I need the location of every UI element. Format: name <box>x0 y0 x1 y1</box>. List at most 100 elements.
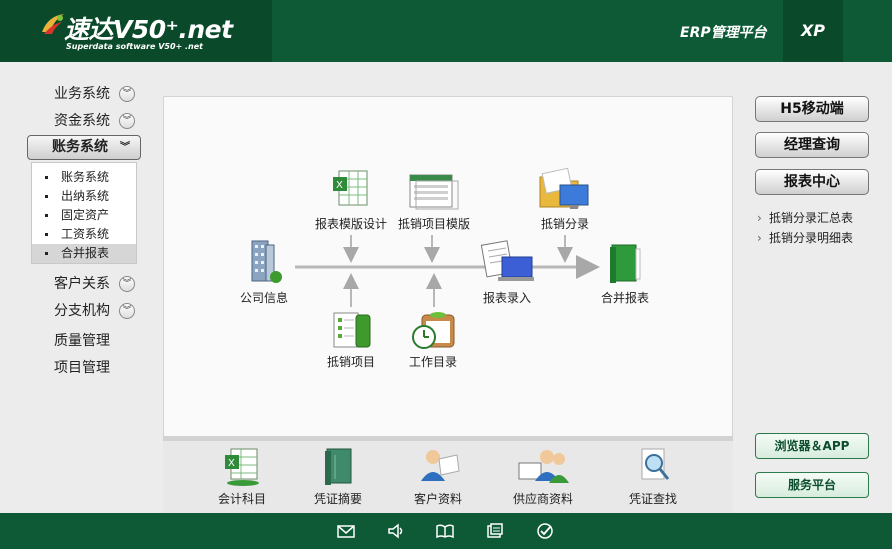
flow-template-design[interactable]: X 报表模版设计 <box>309 167 393 231</box>
nav-fund-system[interactable]: 资金系统 ︾ <box>30 109 138 133</box>
shortcut-account-subjects[interactable]: X 会计科目 <box>207 445 277 507</box>
green-binder-icon <box>610 244 641 283</box>
submenu-label: 出纳系统 <box>61 189 110 203</box>
flow-consolidated[interactable]: 合并报表 <box>592 241 658 305</box>
nav-branches[interactable]: 分支机构 ︾ <box>30 299 138 323</box>
nav-quality[interactable]: 质量管理 <box>54 330 110 350</box>
volume-icon[interactable] <box>387 522 405 540</box>
bullet-icon <box>45 252 48 255</box>
mail-icon[interactable] <box>337 522 355 540</box>
logo-text: 速达V50⁺.net <box>64 15 233 44</box>
browser-app-button[interactable]: 浏览器＆APP <box>755 433 869 459</box>
node-label: 工作目录 <box>408 355 457 369</box>
top-header: 速达V50⁺.net Superdata software V50+ .net … <box>0 0 892 62</box>
check-circle-icon[interactable] <box>536 522 554 540</box>
submenu-item-payroll[interactable]: 工资系统 <box>32 225 136 244</box>
folder-monitor-icon <box>539 167 589 209</box>
shortcut-voucher-summary[interactable]: 凭证摘要 <box>303 445 373 507</box>
flow-report-entry[interactable]: 报表录入 <box>474 239 540 305</box>
bullet-icon <box>45 214 48 217</box>
shortcut-voucher-search[interactable]: 凭证查找 <box>618 445 688 507</box>
book-open-icon[interactable] <box>436 522 454 540</box>
link-label: 抵销分录明细表 <box>769 231 854 245</box>
svg-text:X: X <box>228 458 235 469</box>
shortcut-label: 供应商资料 <box>512 492 573 506</box>
submenu-label: 合并报表 <box>61 246 110 260</box>
submenu-item-fixed-assets[interactable]: 固定资产 <box>32 206 136 225</box>
nav-projects[interactable]: 项目管理 <box>54 357 110 377</box>
bullet-icon <box>45 195 48 198</box>
shortcut-bar: X 会计科目 凭证摘要 客户资料 供应商资料 凭证查找 <box>163 441 733 513</box>
node-label: 合并报表 <box>600 291 649 305</box>
window-icon[interactable] <box>486 522 504 540</box>
chevron-down-icon[interactable]: ︾ <box>119 276 135 292</box>
submenu-item-consolidated[interactable]: 合并报表 <box>32 244 136 263</box>
link-elim-detail[interactable]: › 抵销分录明细表 <box>757 229 853 246</box>
nav-label: 账务系统 <box>52 139 108 155</box>
search-icon <box>641 448 670 480</box>
clock-clipboard-icon <box>412 312 455 349</box>
submenu: 账务系统 出纳系统 固定资产 工资系统 合并报表 <box>31 162 137 264</box>
chevron-down-icon[interactable]: ︾ <box>119 113 135 129</box>
chevron-right-icon: › <box>757 211 762 225</box>
node-label: 公司信息 <box>239 291 288 305</box>
nav-label: 客户关系 <box>54 276 110 292</box>
flow-elim-items[interactable]: 抵销项目 <box>316 309 386 371</box>
chevron-down-icon[interactable]: ︾ <box>120 136 130 159</box>
bottom-toolbar <box>0 513 892 549</box>
shortcut-label: 凭证查找 <box>628 492 677 506</box>
submenu-label: 固定资产 <box>61 208 110 222</box>
node-label: 抵销项目 <box>326 355 375 369</box>
link-elim-summary[interactable]: › 抵销分录汇总表 <box>757 209 853 226</box>
book-icon <box>325 448 352 485</box>
shortcut-supplier-info[interactable]: 供应商资料 <box>503 445 583 507</box>
flow-work-dir[interactable]: 工作目录 <box>400 309 466 371</box>
platform-title: ERP管理平台 <box>680 25 767 41</box>
submenu-label: 账务系统 <box>61 170 110 184</box>
submenu-label: 工资系统 <box>61 227 110 241</box>
submenu-item-accounting[interactable]: 账务系统 <box>32 168 136 187</box>
h5-mobile-button[interactable]: H5移动端 <box>755 96 869 122</box>
submenu-item-cashier[interactable]: 出纳系统 <box>32 187 136 206</box>
shortcut-customer-info[interactable]: 客户资料 <box>403 445 473 507</box>
nav-accounting-system[interactable]: 账务系统 ︾ <box>27 135 141 160</box>
edition-badge: XP <box>783 0 843 62</box>
bullet-icon <box>45 176 48 179</box>
link-label: 抵销分录汇总表 <box>769 211 854 225</box>
node-label: 报表模版设计 <box>314 217 387 231</box>
flow-item-template[interactable]: 抵销项目模版 <box>392 171 476 231</box>
chevron-down-icon[interactable]: ︾ <box>119 86 135 102</box>
nav-label: 分支机构 <box>54 303 110 319</box>
service-platform-button[interactable]: 服务平台 <box>755 472 869 498</box>
workflow-canvas: 公司信息 X 报表模版设计 抵销项目模版 抵销分录 报表录入 合并报表 抵销项目… <box>163 96 733 437</box>
logo-mark-icon <box>42 14 64 34</box>
flow-elim-entry[interactable]: 抵销分录 <box>528 165 602 231</box>
bullet-icon <box>45 233 48 236</box>
customer-icon <box>421 450 460 481</box>
logo-subtitle: Superdata software V50+ .net <box>66 42 203 51</box>
node-label: 报表录入 <box>482 291 531 305</box>
shortcut-label: 凭证摘要 <box>313 492 362 506</box>
spreadsheet-icon: X <box>333 170 368 206</box>
manager-query-button[interactable]: 经理查询 <box>755 132 869 158</box>
flow-company-info[interactable]: 公司信息 <box>228 237 300 305</box>
report-monitor-icon <box>480 240 534 281</box>
chevron-right-icon: › <box>757 231 762 245</box>
nav-label: 业务系统 <box>54 86 110 102</box>
nav-crm[interactable]: 客户关系 ︾ <box>30 272 138 296</box>
logo: 速达V50⁺.net Superdata software V50+ .net <box>40 8 260 54</box>
node-label: 抵销项目模版 <box>397 217 470 231</box>
nav-business-system[interactable]: 业务系统 ︾ <box>30 82 138 106</box>
checklist-book-icon <box>333 312 371 348</box>
svg-text:X: X <box>336 180 343 191</box>
document-list-icon <box>409 174 459 210</box>
chevron-down-icon[interactable]: ︾ <box>119 303 135 319</box>
report-center-button[interactable]: 报表中心 <box>755 169 869 195</box>
building-icon <box>251 240 282 283</box>
nav-label: 资金系统 <box>54 113 110 129</box>
shortcut-label: 会计科目 <box>217 492 266 506</box>
supplier-icon <box>518 450 569 483</box>
node-label: 抵销分录 <box>540 217 589 231</box>
shortcut-label: 客户资料 <box>413 492 462 506</box>
spreadsheet-icon: X <box>225 448 259 486</box>
